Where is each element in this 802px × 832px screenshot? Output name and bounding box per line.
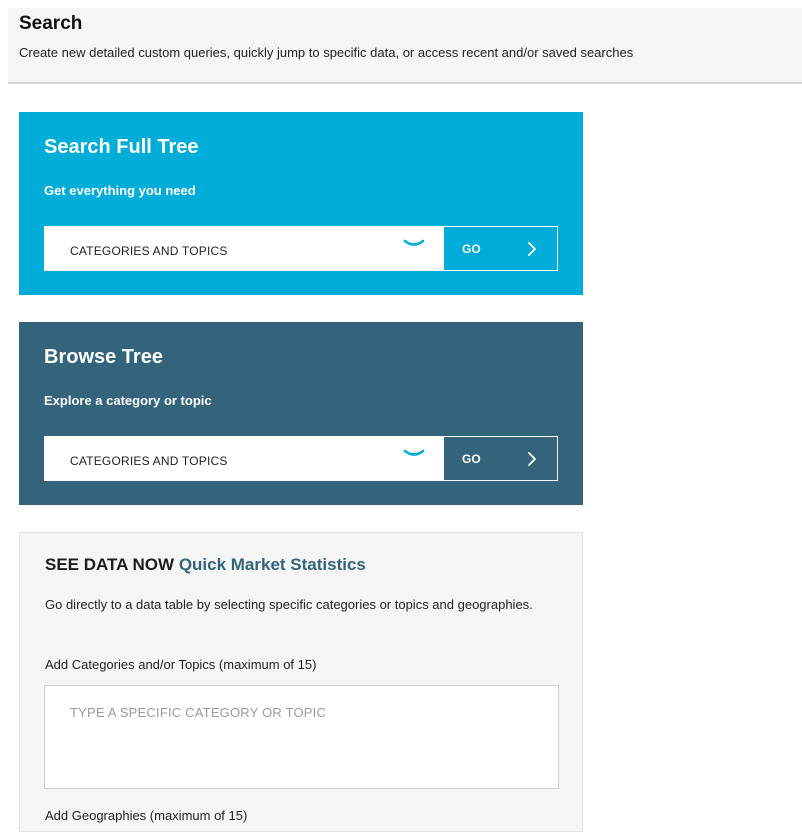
dropdown-selected-value: CATEGORIES AND TOPICS: [70, 244, 228, 258]
page-header: Search Create new detailed custom querie…: [8, 8, 802, 84]
browse-tree-subtitle: Explore a category or topic: [44, 393, 212, 408]
categories-topics-input[interactable]: [44, 685, 559, 789]
go-button-label: GO: [462, 452, 481, 466]
quick-stats-description: Go directly to a data table by selecting…: [45, 597, 533, 612]
page-title: Search: [19, 13, 83, 34]
search-full-tree-title: Search Full Tree: [44, 136, 199, 158]
browse-tree-go-button[interactable]: GO: [436, 436, 558, 481]
page-subtitle: Create new detailed custom queries, quic…: [19, 45, 634, 60]
chevron-down-icon: [403, 239, 425, 246]
quick-stats-title: SEE DATA NOW Quick Market Statistics: [45, 555, 366, 575]
quick-stats-title-accent: Quick Market Statistics: [178, 555, 366, 574]
quick-stats-title-prefix: SEE DATA NOW: [45, 555, 175, 574]
search-full-tree-dropdown[interactable]: CATEGORIES AND TOPICS: [44, 226, 444, 271]
browse-tree-dropdown[interactable]: CATEGORIES AND TOPICS: [44, 436, 444, 481]
categories-field-label: Add Categories and/or Topics (maximum of…: [45, 657, 317, 672]
chevron-down-icon: [403, 449, 425, 456]
browse-tree-title: Browse Tree: [44, 346, 163, 368]
dropdown-selected-value: CATEGORIES AND TOPICS: [70, 454, 228, 468]
search-full-tree-panel: Search Full Tree Get everything you need…: [19, 112, 583, 295]
search-full-tree-subtitle: Get everything you need: [44, 183, 196, 198]
quick-market-statistics-panel: SEE DATA NOW Quick Market Statistics Go …: [19, 532, 583, 832]
chevron-right-icon: [528, 452, 536, 466]
search-full-tree-go-button[interactable]: GO: [436, 226, 558, 271]
browse-tree-panel: Browse Tree Explore a category or topic …: [19, 322, 583, 505]
go-button-label: GO: [462, 242, 481, 256]
chevron-right-icon: [528, 242, 536, 256]
